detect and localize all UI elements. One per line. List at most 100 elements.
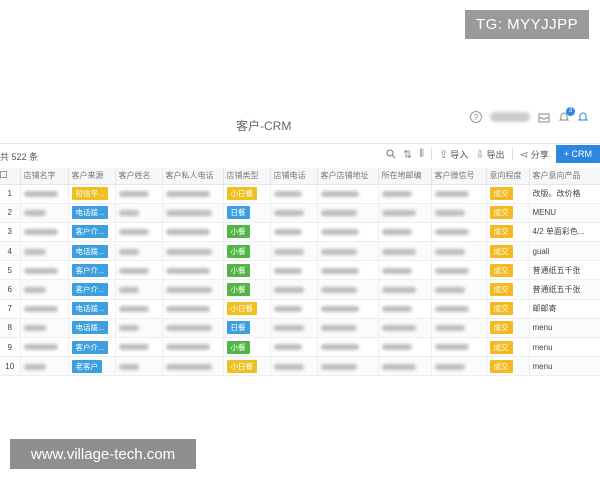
- private-phone-cell[interactable]: [162, 337, 224, 358]
- row-index-cell[interactable]: 7: [0, 299, 21, 319]
- row-index-cell[interactable]: 6: [0, 279, 21, 300]
- shop-address-cell[interactable]: [317, 356, 379, 377]
- shop-address-cell[interactable]: [317, 241, 379, 262]
- import-button[interactable]: ⇪ 导入: [439, 148, 468, 161]
- product-cell[interactable]: guali: [529, 241, 600, 262]
- shop-address-cell[interactable]: [317, 184, 379, 204]
- source-cell[interactable]: 客户介...: [68, 222, 116, 243]
- product-cell[interactable]: menu: [529, 318, 600, 339]
- row-index-cell[interactable]: 10: [0, 356, 21, 377]
- table-row[interactable]: 6 客户介... 小餐 成交 普通纸五千张: [0, 279, 600, 300]
- table-row[interactable]: 3 客户介... 小餐 成交 4/2 单面彩色...: [0, 222, 600, 243]
- product-cell[interactable]: menu: [529, 337, 600, 358]
- shop-type-cell[interactable]: 小餐: [223, 241, 271, 262]
- wechat-cell[interactable]: [431, 260, 487, 281]
- help-icon[interactable]: ?: [470, 111, 482, 123]
- table-row[interactable]: 8 电话拨... 日餐 成交 menu: [0, 318, 600, 339]
- table-row[interactable]: 9 客户介... 小餐 成交 menu: [0, 337, 600, 358]
- column-header[interactable]: 意向程度: [486, 168, 530, 185]
- intent-cell[interactable]: 成交: [486, 356, 530, 377]
- product-cell[interactable]: MENU: [529, 203, 600, 223]
- intent-cell[interactable]: 成交: [486, 337, 530, 358]
- intent-cell[interactable]: 成交: [486, 203, 530, 223]
- product-cell[interactable]: menu: [529, 356, 600, 377]
- product-cell[interactable]: 改版。改价格: [529, 184, 600, 204]
- shop-phone-cell[interactable]: [270, 279, 318, 300]
- shop-name-cell[interactable]: [20, 279, 69, 300]
- shop-address-cell[interactable]: [317, 203, 379, 223]
- zipcode-cell[interactable]: [378, 299, 432, 319]
- column-header[interactable]: 客户来源: [68, 168, 116, 185]
- select-all-checkbox[interactable]: [0, 171, 7, 179]
- shop-name-cell[interactable]: [20, 184, 69, 204]
- customer-name-cell[interactable]: [115, 279, 163, 300]
- shop-type-cell[interactable]: 小日餐: [223, 356, 271, 377]
- shop-address-cell[interactable]: [317, 299, 379, 319]
- private-phone-cell[interactable]: [162, 279, 224, 300]
- shop-address-cell[interactable]: [317, 318, 379, 339]
- select-all-cell[interactable]: [0, 168, 21, 185]
- row-index-cell[interactable]: 5: [0, 260, 21, 281]
- shop-address-cell[interactable]: [317, 337, 379, 358]
- table-row[interactable]: 10 老客户 小日餐 成交 menu: [0, 356, 600, 377]
- shop-type-cell[interactable]: 小日餐: [223, 184, 271, 204]
- private-phone-cell[interactable]: [162, 222, 224, 243]
- zipcode-cell[interactable]: [378, 279, 432, 300]
- shop-name-cell[interactable]: [20, 241, 69, 262]
- shop-name-cell[interactable]: [20, 222, 69, 243]
- shop-address-cell[interactable]: [317, 222, 379, 243]
- customer-name-cell[interactable]: [115, 203, 163, 223]
- shop-type-cell[interactable]: 小日餐: [223, 299, 271, 319]
- shop-phone-cell[interactable]: [270, 184, 318, 204]
- notification-icon[interactable]: 3: [558, 106, 575, 123]
- table-row[interactable]: 5 客户介... 小餐 成交 普通纸五千张: [0, 260, 600, 281]
- intent-cell[interactable]: 成交: [486, 222, 530, 243]
- customer-name-cell[interactable]: [115, 356, 163, 377]
- columns-icon[interactable]: ⦀: [419, 148, 424, 161]
- shop-name-cell[interactable]: [20, 337, 69, 358]
- share-button[interactable]: ⋖ 分享: [520, 148, 549, 161]
- shop-phone-cell[interactable]: [270, 299, 318, 319]
- wechat-cell[interactable]: [431, 299, 487, 319]
- intent-cell[interactable]: 成交: [486, 279, 530, 300]
- wechat-cell[interactable]: [431, 318, 487, 339]
- intent-cell[interactable]: 成交: [486, 318, 530, 339]
- sort-icon[interactable]: ⇅: [403, 148, 412, 161]
- product-cell[interactable]: 普通纸五千张: [529, 260, 600, 281]
- zipcode-cell[interactable]: [378, 203, 432, 223]
- shop-phone-cell[interactable]: [270, 203, 318, 223]
- zipcode-cell[interactable]: [378, 241, 432, 262]
- shop-phone-cell[interactable]: [270, 356, 318, 377]
- row-index-cell[interactable]: 3: [0, 222, 21, 243]
- wechat-cell[interactable]: [431, 222, 487, 243]
- table-row[interactable]: 7 电话拨... 小日餐 成交 邮邮寄: [0, 299, 600, 319]
- wechat-cell[interactable]: [431, 184, 487, 204]
- wechat-cell[interactable]: [431, 203, 487, 223]
- private-phone-cell[interactable]: [162, 299, 224, 319]
- column-header[interactable]: 客户店铺地址: [317, 168, 379, 185]
- column-header[interactable]: 客户微信号: [431, 168, 487, 185]
- source-cell[interactable]: 短信平...: [68, 184, 116, 204]
- shop-name-cell[interactable]: [20, 203, 69, 223]
- source-cell[interactable]: 电话拨...: [68, 203, 116, 223]
- private-phone-cell[interactable]: [162, 318, 224, 339]
- customer-name-cell[interactable]: [115, 222, 163, 243]
- table-row[interactable]: 4 电话拨... 小餐 成交 guali: [0, 241, 600, 262]
- shop-type-cell[interactable]: 小餐: [223, 279, 271, 300]
- table-row[interactable]: 2 电话拨... 日餐 成交 MENU: [0, 203, 600, 223]
- shop-phone-cell[interactable]: [270, 318, 318, 339]
- source-cell[interactable]: 客户介...: [68, 260, 116, 281]
- zipcode-cell[interactable]: [378, 260, 432, 281]
- column-header[interactable]: 客户意向产品: [529, 168, 600, 185]
- avatar[interactable]: [490, 112, 530, 122]
- column-header[interactable]: 客户姓名: [115, 168, 163, 185]
- shop-name-cell[interactable]: [20, 318, 69, 339]
- product-cell[interactable]: 4/2 单面彩色...: [529, 222, 600, 243]
- shop-name-cell[interactable]: [20, 260, 69, 281]
- wechat-cell[interactable]: [431, 356, 487, 377]
- wechat-cell[interactable]: [431, 337, 487, 358]
- row-index-cell[interactable]: 1: [0, 184, 21, 204]
- column-header[interactable]: 店铺类型: [223, 168, 271, 185]
- shop-address-cell[interactable]: [317, 260, 379, 281]
- source-cell[interactable]: 电话拨...: [68, 299, 116, 319]
